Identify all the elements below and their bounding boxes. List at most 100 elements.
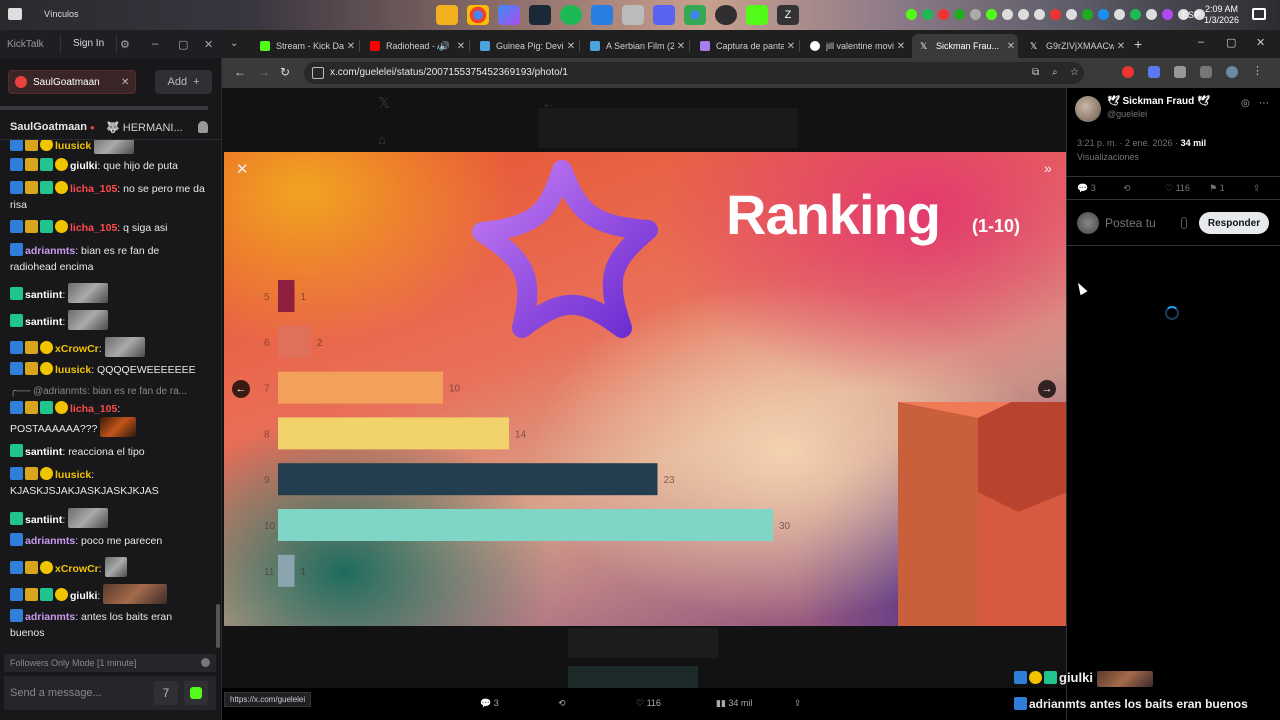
kick-icon[interactable] [746,5,768,25]
minimize-icon[interactable]: – [152,38,158,50]
audio-playing-icon[interactable]: 🔊 [439,41,450,52]
channel-close-icon[interactable]: ✕ [121,77,135,88]
chat-username[interactable]: luusick [55,364,91,376]
browser-tab[interactable]: 𝕏 G9rZIVjXMAACwj...✕ [1022,34,1128,58]
reply-button[interactable]: 💬 3 [1077,183,1096,194]
expand-panel-icon[interactable]: » [1044,160,1052,176]
bottom-share-icon[interactable]: ⇪ [794,698,802,709]
chat-username[interactable]: santiint [25,446,62,458]
adblock-extension-icon[interactable] [1122,66,1134,78]
profile-avatar[interactable] [1226,66,1238,78]
info-icon[interactable] [201,658,210,667]
folder-label[interactable]: Vínculos [44,9,79,19]
spotify-icon[interactable] [560,5,582,25]
browser-tab[interactable]: Radiohead - A...🔊 ✕ [362,34,468,58]
chat-username[interactable]: adrianmts [25,535,75,547]
tray-kick2-icon[interactable] [986,9,997,20]
tab-search-chevron-icon[interactable]: ⌄ [230,38,238,49]
extensions-puzzle-icon[interactable] [1174,66,1186,78]
tab-close-icon[interactable]: ✕ [674,41,688,52]
tray-power-icon[interactable] [1066,9,1077,20]
wave-extension-icon[interactable] [1148,66,1160,78]
back-arrow-icon[interactable]: ← [234,65,246,79]
chat-username[interactable]: giulki [70,590,97,602]
install-app-icon[interactable]: ⧉ [1032,67,1039,78]
tab-close-icon[interactable]: ✕ [564,41,578,52]
tab-close-icon[interactable]: ✕ [1004,41,1018,52]
tab-close-icon[interactable]: ✕ [894,41,908,52]
reload-icon[interactable]: ↻ [280,65,290,79]
chat-reply-reference[interactable]: ╭── @adrianmts: bian es re fan de ra... [10,384,208,400]
browser-tab-active[interactable]: 𝕏 Sickman Frau... ✕ [912,34,1018,58]
tray-controller-icon[interactable] [970,9,981,20]
bookmark-button[interactable]: ⚑ 1 [1209,183,1225,194]
chat-scrollbar[interactable] [216,604,220,648]
chat-username[interactable]: licha_105 [70,183,117,195]
new-tab-plus-icon[interactable]: + [1134,36,1142,52]
reply-input[interactable] [1105,213,1175,233]
chat-username[interactable]: adrianmts [25,611,75,623]
tray-spotify-icon[interactable] [922,9,933,20]
tray-green-icon[interactable] [1082,9,1093,20]
chat-username[interactable]: luusick [55,469,91,481]
browser-tab[interactable]: Stream - Kick Da... ✕ [252,34,358,58]
chat-username[interactable]: xCrowCr [55,343,99,355]
tray-volume-icon[interactable] [1114,9,1125,20]
like-button[interactable]: ♡ 116 [1165,183,1190,194]
previous-photo-arrow-icon[interactable]: ← [232,380,250,398]
obs-icon[interactable] [715,5,737,25]
chat-username[interactable]: santiint [25,316,62,328]
tab-secondary-channel[interactable]: 🐺 HERMANI... [106,121,183,134]
address-bar[interactable]: x.com/guelelei/status/200715537545236919… [304,62,1084,84]
forward-arrow-icon[interactable]: → [258,65,270,79]
user-icon[interactable] [198,121,208,133]
chat-username[interactable]: santiint [25,514,62,526]
tray-mic-icon[interactable] [1034,9,1045,20]
bottom-reply-button[interactable]: 💬 3 [480,698,499,709]
channel-chip[interactable]: SaulGoatmaan ✕ [8,70,136,94]
author-avatar[interactable] [1075,96,1101,122]
bookmark-star-icon[interactable]: ☆ [1070,67,1079,78]
zoom-icon[interactable]: ⌕ [1052,67,1058,78]
kick-emote-button[interactable] [184,681,208,705]
browser-tab[interactable]: Guinea Pig: Devil...✕ [472,34,578,58]
post-timestamp[interactable]: 3:21 p. m. · 2 ene. 2026 · 34 mil [1077,138,1206,148]
photo-viewer[interactable]: Ranking (1-10) 5 1 6 2 7 10 8 14 9 23 10 30 11 1 ✕ » … [224,152,1066,626]
sign-in-button[interactable]: Sign In [60,34,118,53]
tray-device-icon[interactable] [1002,9,1013,20]
attach-icon[interactable] [1181,217,1187,229]
menu-kebab-icon[interactable]: ⋮ [1252,66,1264,78]
author-name[interactable]: 🕊 Sickman Fraud 🕊 [1107,96,1210,107]
author-handle[interactable]: @guelelei [1107,109,1147,119]
tray-steam-icon[interactable] [1098,9,1109,20]
browser-maximize-icon[interactable]: ▢ [1226,36,1236,49]
chat-username[interactable]: adrianmts [25,245,75,257]
chat-username[interactable]: licha_105 [70,403,117,415]
tray-pen-icon[interactable] [1162,9,1173,20]
tray-muted-icon[interactable] [1050,9,1061,20]
copilot-icon[interactable] [498,5,520,25]
tab-groups-icon[interactable] [1200,66,1212,78]
repost-icon[interactable]: ⟲ [1123,183,1131,194]
browser-close-icon[interactable]: ✕ [1256,36,1265,49]
z-app-icon[interactable]: Z [777,5,799,25]
bottom-views-button[interactable]: ▮▮ 34 mil [716,698,752,709]
maximize-icon[interactable]: ▢ [178,38,188,51]
steam-icon[interactable] [529,5,551,25]
bottom-like-button[interactable]: ♡ 116 [636,698,661,709]
browser-tab[interactable]: Captura de panta...✕ [692,34,798,58]
address-url[interactable]: x.com/guelelei/status/200715537545236919… [330,67,568,78]
tray-b-icon[interactable] [1018,9,1029,20]
notification-icon[interactable] [1252,8,1266,20]
chat-username[interactable]: giulki [70,160,97,172]
tab-close-icon[interactable]: ✕ [454,41,468,52]
tab-primary-channel[interactable]: SaulGoatmaan ● [10,121,95,133]
more-options-icon[interactable]: ⋯ [1259,98,1269,109]
chat-username[interactable]: santiint [25,289,62,301]
tray-network-icon[interactable] [1146,9,1157,20]
files-icon[interactable] [622,5,644,25]
close-icon[interactable]: ✕ [204,38,213,51]
clock[interactable]: 2:09 AM 1/3/2026 [1204,4,1239,26]
bottom-repost-icon[interactable]: ⟲ [558,698,566,709]
tray-spotify2-icon[interactable] [1130,9,1141,20]
